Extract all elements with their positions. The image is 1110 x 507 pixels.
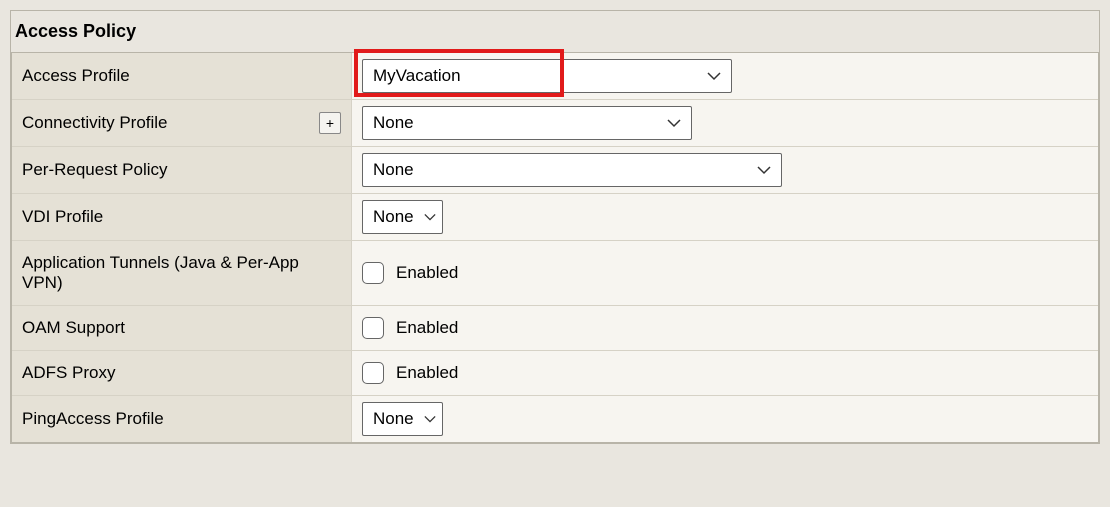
select-value: MyVacation — [373, 66, 461, 86]
checkbox-label: Enabled — [396, 263, 458, 283]
oam-support-checkbox[interactable] — [362, 317, 384, 339]
row-app-tunnels: Application Tunnels (Java & Per-App VPN)… — [12, 241, 1098, 306]
chevron-down-icon — [667, 118, 681, 128]
chevron-down-icon — [424, 415, 436, 424]
row-pingaccess-profile: PingAccess Profile None — [12, 396, 1098, 442]
label-text: VDI Profile — [22, 207, 103, 227]
value-per-request-policy: None — [352, 147, 1098, 193]
label-adfs-proxy: ADFS Proxy — [12, 351, 352, 395]
select-value: None — [373, 409, 414, 429]
pingaccess-profile-select[interactable]: None — [362, 402, 443, 436]
select-value: None — [373, 207, 414, 227]
label-text: PingAccess Profile — [22, 409, 164, 429]
label-vdi-profile: VDI Profile — [12, 194, 352, 240]
value-access-profile: MyVacation — [352, 53, 1098, 99]
per-request-policy-select[interactable]: None — [362, 153, 782, 187]
chevron-down-icon — [424, 213, 436, 222]
add-connectivity-profile-button[interactable]: + — [319, 112, 341, 134]
label-text: Per-Request Policy — [22, 160, 168, 180]
row-vdi-profile: VDI Profile None — [12, 194, 1098, 241]
access-policy-panel: Access Policy Access Profile MyVacation — [10, 10, 1100, 444]
row-oam-support: OAM Support Enabled — [12, 306, 1098, 351]
value-connectivity-profile: None — [352, 100, 1098, 146]
vdi-profile-select[interactable]: None — [362, 200, 443, 234]
row-per-request-policy: Per-Request Policy None — [12, 147, 1098, 194]
label-text: OAM Support — [22, 318, 125, 338]
label-text: Application Tunnels (Java & Per-App VPN) — [22, 253, 341, 293]
row-connectivity-profile: Connectivity Profile + None — [12, 100, 1098, 147]
select-value: None — [373, 160, 414, 180]
label-text: Connectivity Profile — [22, 113, 168, 133]
select-value: None — [373, 113, 414, 133]
row-access-profile: Access Profile MyVacation — [12, 53, 1098, 100]
chevron-down-icon — [707, 71, 721, 81]
app-tunnels-checkbox[interactable] — [362, 262, 384, 284]
value-vdi-profile: None — [352, 194, 1098, 240]
value-oam-support: Enabled — [352, 306, 1098, 350]
label-pingaccess-profile: PingAccess Profile — [12, 396, 352, 442]
settings-table: Access Profile MyVacation Connectivity P… — [11, 52, 1099, 443]
label-per-request-policy: Per-Request Policy — [12, 147, 352, 193]
chevron-down-icon — [757, 165, 771, 175]
section-title: Access Policy — [11, 11, 1099, 52]
label-text: Access Profile — [22, 66, 130, 86]
row-adfs-proxy: ADFS Proxy Enabled — [12, 351, 1098, 396]
checkbox-label: Enabled — [396, 318, 458, 338]
label-app-tunnels: Application Tunnels (Java & Per-App VPN) — [12, 241, 352, 305]
value-adfs-proxy: Enabled — [352, 351, 1098, 395]
label-access-profile: Access Profile — [12, 53, 352, 99]
label-oam-support: OAM Support — [12, 306, 352, 350]
label-connectivity-profile: Connectivity Profile + — [12, 100, 352, 146]
connectivity-profile-select[interactable]: None — [362, 106, 692, 140]
value-app-tunnels: Enabled — [352, 241, 1098, 305]
value-pingaccess-profile: None — [352, 396, 1098, 442]
checkbox-label: Enabled — [396, 363, 458, 383]
label-text: ADFS Proxy — [22, 363, 116, 383]
access-profile-select[interactable]: MyVacation — [362, 59, 732, 93]
adfs-proxy-checkbox[interactable] — [362, 362, 384, 384]
